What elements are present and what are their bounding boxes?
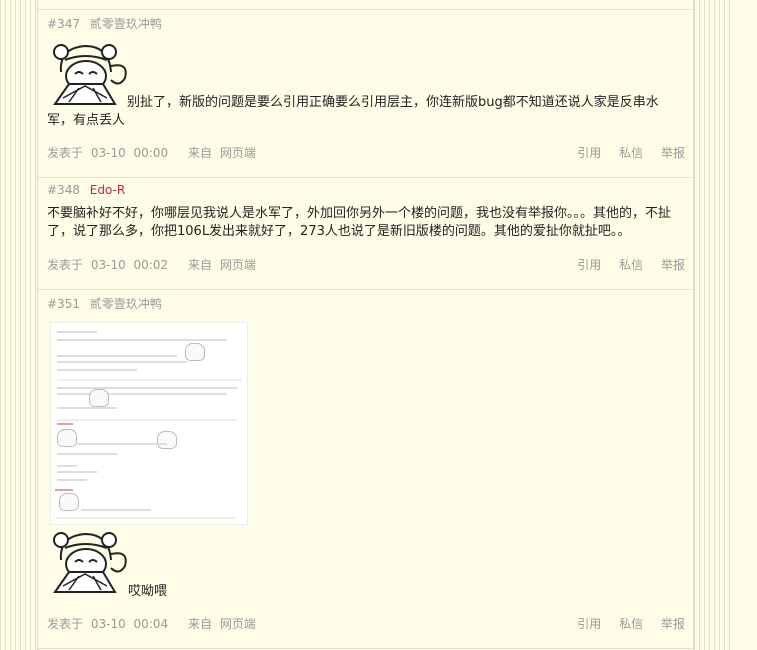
post-content: 哎呦喂 [128, 584, 168, 599]
post-header: #348 Edo-R [47, 183, 125, 197]
post-date: 03-10 [90, 146, 126, 160]
author-name[interactable]: 贰零壹玖冲鸭 [90, 17, 162, 31]
avatar-drawing [53, 532, 127, 593]
author-name[interactable]: 贰零壹玖冲鸭 [90, 297, 162, 311]
post-footer: 发表于 03-10 00:04 来自 网页端 引用 私信 举报 [47, 615, 685, 632]
source-link[interactable]: 网页端 [220, 617, 256, 631]
posted-label: 发表于 [47, 258, 84, 272]
report-button[interactable]: 举报 [661, 146, 685, 160]
author-name[interactable]: Edo-R [90, 183, 125, 197]
post-date: 03-10 [90, 617, 126, 631]
left-border-stripes [0, 0, 40, 650]
post-date: 03-10 [90, 258, 126, 272]
post-content: 别扯了，新版的问题是要么引用正确要么引用层主，你连新版bug都不知道还说人家是反… [47, 95, 659, 128]
report-button[interactable]: 举报 [661, 258, 685, 272]
post-content: 不要脑补好不好，你哪层见我说人是水军了，外加回你另外一个楼的问题，我也没有举报你… [47, 206, 672, 239]
posted-label: 发表于 [47, 146, 84, 160]
message-button[interactable]: 私信 [619, 146, 643, 160]
posted-label: 发表于 [47, 617, 84, 631]
floor-number[interactable]: #351 [47, 297, 80, 311]
post-time: 00:02 [133, 258, 169, 272]
from-label: 来自 [187, 617, 212, 631]
post-time: 00:00 [133, 146, 169, 160]
right-border-stripes [694, 0, 734, 650]
mini-avatar [157, 431, 177, 449]
thread-container: #347 贰零壹玖冲鸭 别扯了，新版的问题是要么引用正确要么引用层主，你连新版b… [37, 0, 694, 650]
post-footer: 发表于 03-10 00:00 来自 网页端 引用 私信 举报 [47, 144, 685, 161]
quote-button[interactable]: 引用 [577, 617, 601, 631]
post-actions: 引用 私信 举报 [563, 615, 685, 632]
post-actions: 引用 私信 举报 [563, 144, 685, 161]
floor-number[interactable]: #348 [47, 183, 80, 197]
post-347: #347 贰零壹玖冲鸭 别扯了，新版的问题是要么引用正确要么引用层主，你连新版b… [38, 10, 693, 178]
message-button[interactable]: 私信 [619, 617, 643, 631]
floor-number[interactable]: #347 [47, 17, 80, 31]
post-header: #347 贰零壹玖冲鸭 [47, 15, 162, 32]
post-footer: 发表于 03-10 00:02 来自 网页端 引用 私信 举报 [47, 256, 685, 273]
mini-avatar [89, 389, 109, 407]
post-header: #351 贰零壹玖冲鸭 [47, 295, 162, 312]
message-button[interactable]: 私信 [619, 258, 643, 272]
report-button[interactable]: 举报 [661, 617, 685, 631]
from-label: 来自 [187, 146, 212, 160]
post-351: #351 贰零壹玖冲鸭 哎呦喂 发表于 03-10 00:04 来自 网页端 引… [38, 290, 693, 649]
from-label: 来自 [187, 258, 212, 272]
post-time: 00:04 [133, 617, 169, 631]
mini-avatar [59, 493, 79, 511]
mini-avatar [185, 343, 205, 361]
source-link[interactable]: 网页端 [220, 258, 256, 272]
post-actions: 引用 私信 举报 [563, 256, 685, 273]
post-348: #348 Edo-R 不要脑补好不好，你哪层见我说人是水军了，外加回你另外一个楼… [38, 178, 693, 290]
source-link[interactable]: 网页端 [220, 146, 256, 160]
quote-button[interactable]: 引用 [577, 258, 601, 272]
quote-button[interactable]: 引用 [577, 146, 601, 160]
mini-avatar [57, 429, 77, 447]
attached-screenshot[interactable] [50, 322, 248, 525]
avatar[interactable] [49, 526, 129, 596]
